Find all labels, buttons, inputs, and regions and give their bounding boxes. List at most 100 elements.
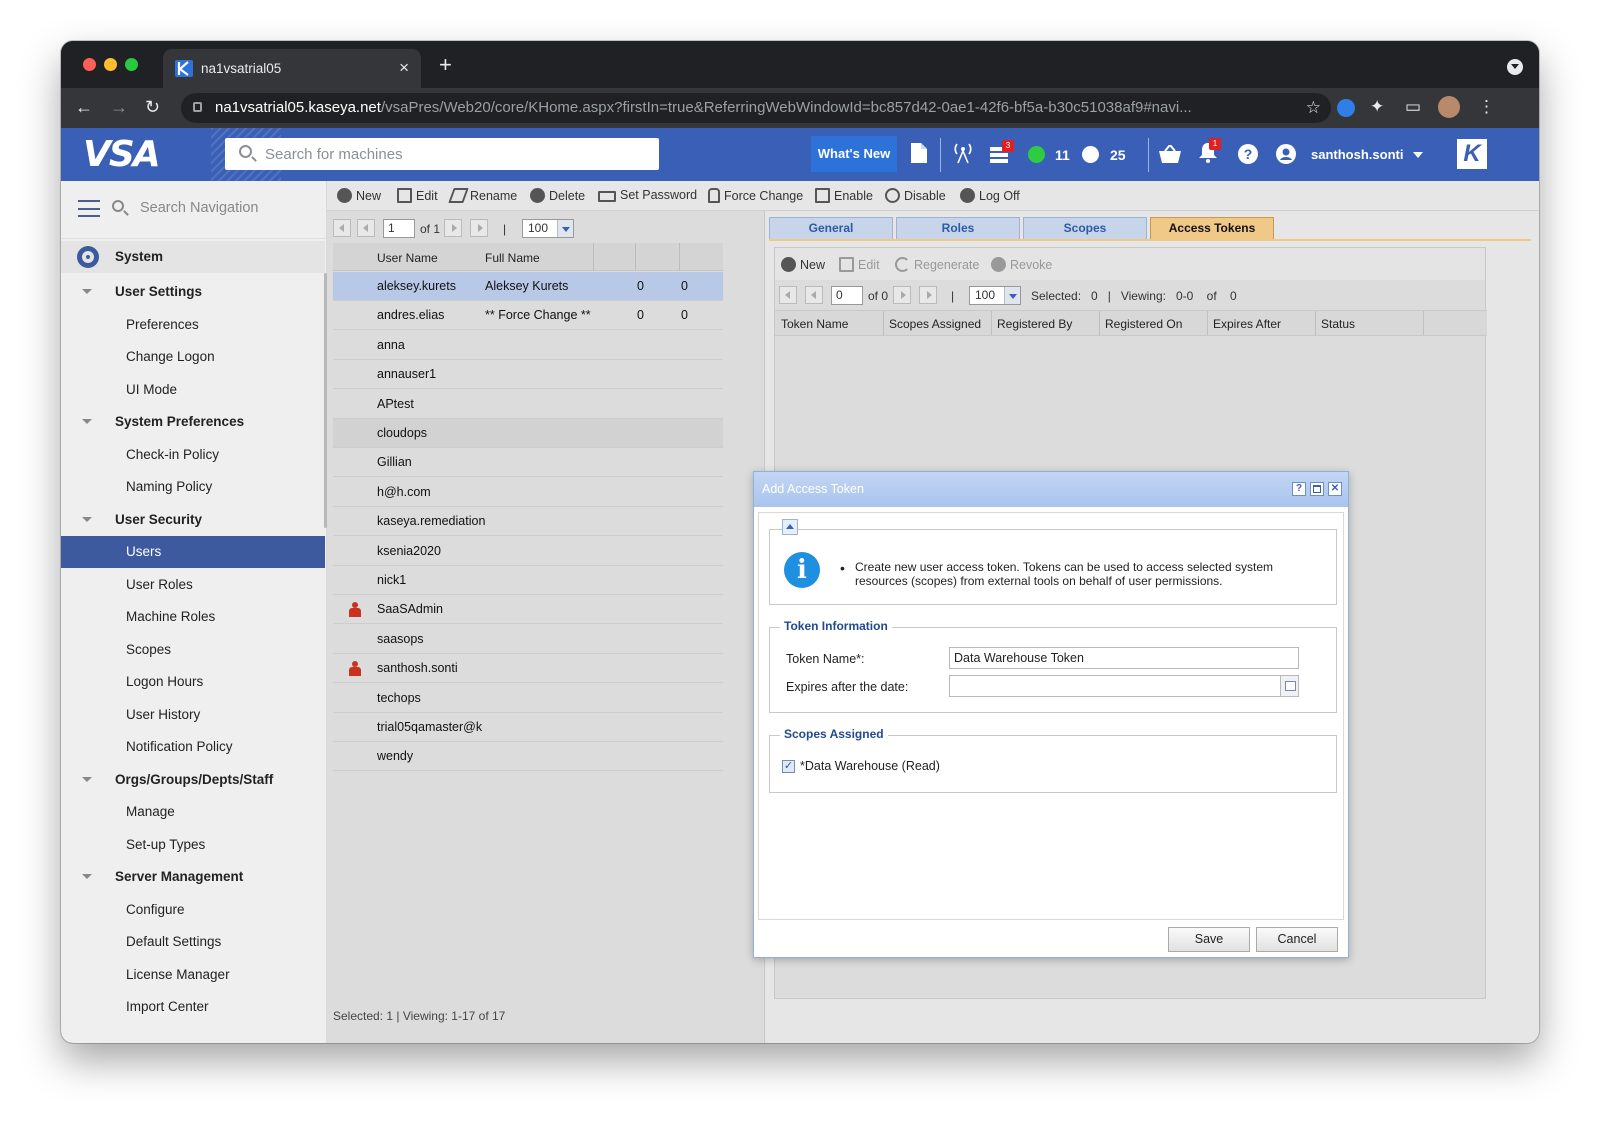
machine-search[interactable]: [225, 138, 659, 170]
url-field[interactable]: na1vsatrial05.kaseya.net/vsaPres/Web20/c…: [181, 93, 1331, 123]
collapse-toggle-icon[interactable]: [782, 519, 798, 535]
minimize-window-light[interactable]: [104, 58, 117, 71]
col-user-name[interactable]: User Name: [377, 251, 438, 265]
chevron-down-icon[interactable]: [82, 419, 92, 424]
enable-user-button[interactable]: Enable: [815, 188, 873, 203]
prev-page-button[interactable]: [805, 286, 823, 304]
extension-globe-icon[interactable]: [1337, 99, 1355, 117]
vsa-logo[interactable]: VSA: [83, 134, 161, 175]
last-page-button[interactable]: [919, 286, 937, 304]
table-row[interactable]: cloudops: [333, 419, 723, 448]
expires-date-input[interactable]: [949, 675, 1299, 697]
table-row[interactable]: saasops: [333, 624, 723, 654]
cancel-button[interactable]: Cancel: [1256, 927, 1338, 952]
online-count[interactable]: 11: [1055, 147, 1070, 163]
new-user-button[interactable]: New: [337, 188, 381, 203]
col-registered-by[interactable]: Registered By: [997, 317, 1072, 331]
sidebar-item-ui-mode[interactable]: UI Mode: [61, 374, 325, 406]
sidebar-item-check-in-policy[interactable]: Check-in Policy: [61, 439, 325, 471]
calendar-icon[interactable]: [1280, 676, 1298, 696]
hamburger-menu-icon[interactable]: [78, 200, 100, 217]
tab-access-tokens[interactable]: Access Tokens: [1150, 217, 1274, 239]
revoke-token-button[interactable]: Revoke: [991, 257, 1052, 272]
table-row[interactable]: santhosh.sonti: [333, 654, 723, 684]
table-row[interactable]: APtest: [333, 389, 723, 419]
sidebar-item-notification-policy[interactable]: Notification Policy: [61, 731, 325, 763]
whats-new-button[interactable]: What's New: [811, 136, 897, 172]
bookmark-star-icon[interactable]: ☆: [1306, 93, 1321, 123]
sidebar-item-user-settings[interactable]: User Settings: [61, 276, 325, 308]
sidebar-item-user-roles[interactable]: User Roles: [61, 569, 325, 601]
save-button[interactable]: Save: [1168, 927, 1250, 952]
sidebar-item-license-manager[interactable]: License Manager: [61, 959, 325, 991]
sidebar-item-orgs-groups-depts-staff[interactable]: Orgs/Groups/Depts/Staff: [61, 764, 325, 796]
new-token-button[interactable]: New: [781, 257, 825, 272]
last-page-button[interactable]: [470, 219, 488, 237]
regenerate-token-button[interactable]: Regenerate: [895, 257, 979, 272]
browser-tab[interactable]: na1vsatrial05 ×: [163, 49, 421, 88]
profile-avatar[interactable]: [1438, 96, 1460, 118]
first-page-button[interactable]: [779, 286, 797, 304]
zoom-window-light[interactable]: [125, 58, 138, 71]
disable-user-button[interactable]: Disable: [885, 188, 946, 203]
scope-checkbox[interactable]: ✓: [782, 760, 795, 773]
col-scopes-assigned[interactable]: Scopes Assigned: [889, 317, 981, 331]
rename-user-button[interactable]: Rename: [448, 188, 517, 203]
sidebar-item-user-security[interactable]: User Security: [61, 504, 325, 536]
edit-user-button[interactable]: Edit: [397, 188, 438, 203]
token-name-input[interactable]: Data Warehouse Token: [949, 647, 1299, 669]
next-page-button[interactable]: [444, 219, 462, 237]
sidebar-item-naming-policy[interactable]: Naming Policy: [61, 471, 325, 503]
sidebar-item-users[interactable]: Users: [61, 536, 325, 568]
prev-page-button[interactable]: [357, 219, 375, 237]
tab-general[interactable]: General: [769, 217, 893, 239]
sidebar-item-logon-hours[interactable]: Logon Hours: [61, 666, 325, 698]
nav-search-input[interactable]: Search Navigation: [140, 200, 259, 216]
chevron-down-icon[interactable]: [82, 516, 92, 522]
sidebar-item-user-history[interactable]: User History: [61, 699, 325, 731]
col-full-name[interactable]: Full Name: [485, 251, 540, 265]
back-arrow-icon[interactable]: ←: [75, 97, 93, 118]
antenna-icon[interactable]: [953, 142, 973, 164]
reload-icon[interactable]: ↻: [145, 97, 160, 118]
col-expires-after[interactable]: Expires After: [1213, 317, 1281, 331]
table-row[interactable]: aleksey.kurets Aleksey Kurets 0 0: [333, 272, 723, 301]
table-row[interactable]: nick1: [333, 566, 723, 595]
machine-search-input[interactable]: [265, 138, 645, 170]
document-icon[interactable]: [911, 143, 927, 163]
sidebar-item-machine-roles[interactable]: Machine Roles: [61, 601, 325, 633]
table-row[interactable]: anna: [333, 330, 723, 360]
kaseya-brand-button[interactable]: K: [1457, 139, 1487, 169]
sidebar-item-server-management[interactable]: Server Management: [61, 861, 325, 893]
table-row[interactable]: andres.elias ** Force Change ** 0 0: [333, 301, 723, 331]
dialog-close-button[interactable]: ✕: [1328, 482, 1342, 496]
next-page-button[interactable]: [893, 286, 911, 304]
table-row[interactable]: techops: [333, 683, 723, 713]
log-off-button[interactable]: Log Off: [960, 188, 1020, 203]
sidebar-item-import-center[interactable]: Import Center: [61, 991, 325, 1023]
tab-scopes[interactable]: Scopes: [1023, 217, 1147, 239]
first-page-button[interactable]: [333, 219, 351, 237]
table-row[interactable]: kaseya.remediation: [333, 507, 723, 537]
tab-roles[interactable]: Roles: [896, 217, 1020, 239]
table-row[interactable]: wendy: [333, 742, 723, 772]
page-size-select[interactable]: 100: [522, 219, 574, 238]
cast-icon[interactable]: ▭: [1405, 97, 1421, 117]
table-row[interactable]: SaaSAdmin: [333, 595, 723, 625]
chevron-down-icon[interactable]: [82, 874, 92, 879]
extensions-puzzle-icon[interactable]: ✦: [1370, 97, 1384, 117]
help-icon[interactable]: ?: [1238, 144, 1258, 164]
sidebar-item-system-preferences[interactable]: System Preferences: [61, 406, 325, 438]
col-status[interactable]: Status: [1321, 317, 1355, 331]
table-row[interactable]: annauser1: [333, 360, 723, 390]
browser-menu-icon[interactable]: ⋮: [1478, 97, 1495, 117]
tab-search-icon[interactable]: [1507, 59, 1523, 75]
dialog-titlebar[interactable]: Add Access Token ? ✕: [754, 472, 1348, 507]
sidebar-item-system[interactable]: System: [61, 241, 325, 273]
col-token-name[interactable]: Token Name: [781, 317, 848, 331]
current-user-name[interactable]: santhosh.sonti: [1311, 147, 1403, 162]
col-registered-on[interactable]: Registered On: [1105, 317, 1182, 331]
sidebar-item-configure[interactable]: Configure: [61, 894, 325, 926]
close-window-light[interactable]: [83, 58, 96, 71]
sidebar-item-change-logon[interactable]: Change Logon: [61, 341, 325, 373]
